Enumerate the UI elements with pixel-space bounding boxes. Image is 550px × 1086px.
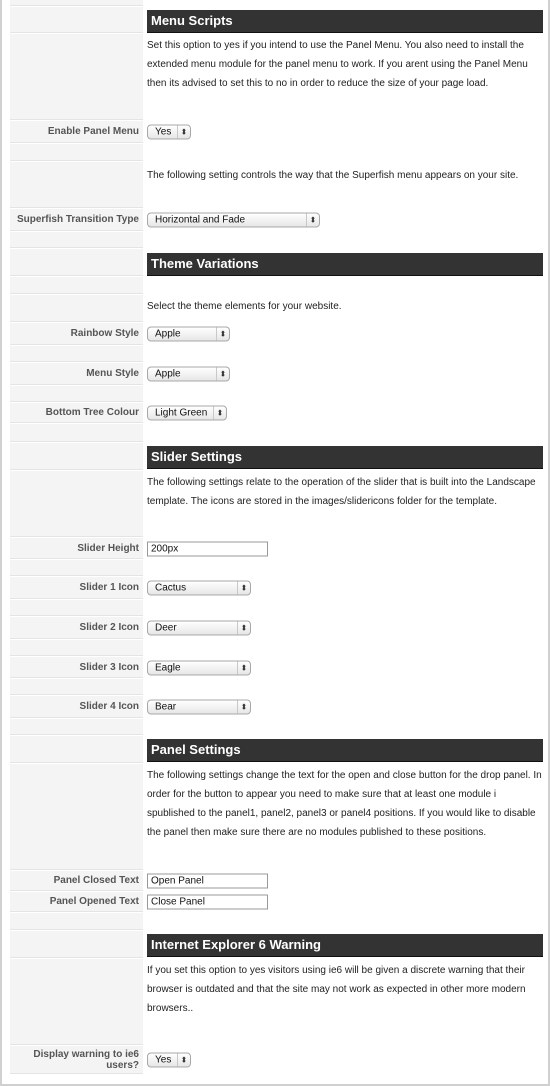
description-row: If you set this option to yes visitors u…: [10, 959, 543, 1045]
panel-closed-text-input[interactable]: Open Panel: [147, 873, 268, 889]
description-row: The following setting controls the way t…: [10, 162, 543, 208]
field-label: Slider 1 Icon: [10, 577, 143, 599]
section-title: Slider Settings: [147, 446, 543, 469]
rainbow-style-select[interactable]: Apple ⬍: [147, 326, 230, 342]
enable-panel-menu-select[interactable]: Yes ⬍: [147, 124, 191, 140]
field-label: Enable Panel Menu: [10, 121, 143, 143]
section-description: If you set this option to yes visitors u…: [147, 965, 526, 1014]
slider-height-input[interactable]: 200px: [147, 541, 268, 556]
description-row: The following settings relate to the ope…: [10, 471, 543, 537]
spacer-row: [10, 346, 543, 362]
superfish-transition-select[interactable]: Horizontal and Fade ⬍: [147, 212, 320, 228]
field-label: Slider Height: [10, 538, 143, 559]
slider-2-icon-row: Slider 2 Icon Deer ⬍: [10, 617, 543, 639]
section-theme-variations: Theme Variations: [10, 249, 543, 276]
spacer-row: [10, 640, 543, 656]
description-row: Select the theme elements for your websi…: [10, 295, 543, 322]
select-arrow-icon: ⬍: [306, 213, 319, 227]
display-warning-row: Display warning to ie6 users? Yes ⬍: [10, 1046, 543, 1074]
spacer-row: [10, 679, 543, 695]
panel-opened-text-input[interactable]: Close Panel: [147, 894, 268, 910]
description-row: The following settings change the text f…: [10, 764, 543, 870]
menu-style-select[interactable]: Apple ⬍: [147, 366, 230, 382]
section-description: Set this option to yes if you intend to …: [147, 40, 528, 89]
section-panel-settings: Panel Settings: [10, 736, 543, 763]
select-arrow-icon: ⬍: [213, 406, 226, 420]
section-slider-settings: Slider Settings: [10, 443, 543, 470]
spacer-row: [10, 424, 543, 442]
section-description: Select the theme elements for your websi…: [147, 301, 342, 312]
select-arrow-icon: ⬍: [237, 621, 250, 635]
select-arrow-icon: ⬍: [237, 581, 250, 595]
spacer-row: [10, 144, 543, 161]
slider-4-icon-select[interactable]: Bear ⬍: [147, 699, 251, 715]
select-arrow-icon: ⬍: [177, 1053, 190, 1067]
slider-4-icon-row: Slider 4 Icon Bear ⬍: [10, 696, 543, 718]
slider-2-icon-select[interactable]: Deer ⬍: [147, 620, 251, 636]
slider-3-icon-select[interactable]: Eagle ⬍: [147, 660, 251, 675]
slider-1-icon-row: Slider 1 Icon Cactus ⬍: [10, 577, 543, 599]
spacer-row: [10, 600, 543, 616]
section-title: Panel Settings: [147, 739, 543, 762]
section-title: Internet Explorer 6 Warning: [147, 934, 543, 957]
panel-closed-text-row: Panel Closed Text Open Panel: [10, 871, 543, 891]
select-arrow-icon: ⬍: [177, 125, 190, 139]
section-title: Theme Variations: [147, 253, 543, 276]
field-label: Slider 2 Icon: [10, 617, 143, 639]
field-label: Superfish Transition Type: [10, 209, 143, 231]
spacer-row: [10, 277, 543, 294]
section-title: Menu Scripts: [147, 10, 543, 33]
bottom-tree-colour-row: Bottom Tree Colour Light Green ⬍: [10, 403, 543, 423]
spacer-row: [10, 913, 543, 930]
enable-panel-menu-row: Enable Panel Menu Yes ⬍: [10, 121, 543, 143]
field-label: Bottom Tree Colour: [10, 403, 143, 423]
section-ie6-warning: Internet Explorer 6 Warning: [10, 931, 543, 958]
menu-style-row: Menu Style Apple ⬍: [10, 363, 543, 385]
field-label: Panel Opened Text: [10, 892, 143, 912]
spacer-row: [10, 0, 543, 6]
section-description: The following settings relate to the ope…: [147, 477, 536, 507]
field-label: Slider 3 Icon: [10, 657, 143, 678]
slider-1-icon-select[interactable]: Cactus ⬍: [147, 580, 251, 596]
panel-opened-text-row: Panel Opened Text Close Panel: [10, 892, 543, 912]
select-arrow-icon: ⬍: [237, 700, 250, 714]
field-label: Menu Style: [10, 363, 143, 385]
spacer-row: [10, 232, 543, 248]
section-menu-scripts: Menu Scripts: [10, 7, 543, 33]
select-arrow-icon: ⬍: [216, 327, 229, 341]
description-row: Set this option to yes if you intend to …: [10, 34, 543, 120]
spacer-row: [10, 386, 543, 402]
select-arrow-icon: ⬍: [237, 661, 250, 674]
display-warning-select[interactable]: Yes ⬍: [147, 1052, 191, 1068]
field-label: Panel Closed Text: [10, 871, 143, 891]
rainbow-style-row: Rainbow Style Apple ⬍: [10, 323, 543, 345]
field-label: Slider 4 Icon: [10, 696, 143, 718]
superfish-transition-row: Superfish Transition Type Horizontal and…: [10, 209, 543, 231]
spacer-row: [10, 560, 543, 576]
field-label: Rainbow Style: [10, 323, 143, 345]
slider-3-icon-row: Slider 3 Icon Eagle ⬍: [10, 657, 543, 678]
slider-height-row: Slider Height 200px: [10, 538, 543, 559]
select-arrow-icon: ⬍: [216, 367, 229, 381]
bottom-tree-colour-select[interactable]: Light Green ⬍: [147, 405, 227, 421]
spacer-row: [10, 719, 543, 735]
field-label: Display warning to ie6 users?: [10, 1046, 143, 1074]
section-description: The following settings change the text f…: [147, 770, 542, 838]
superfish-description: The following setting controls the way t…: [147, 170, 519, 181]
